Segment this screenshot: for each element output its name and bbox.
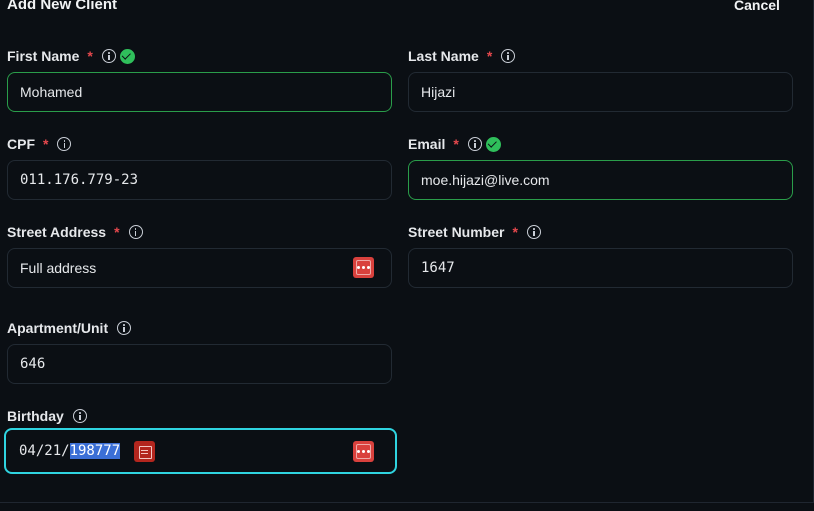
page-title: Add New Client [7,0,118,13]
required-mark: * [114,224,120,240]
email-input[interactable]: moe.hijazi@live.com [408,160,793,200]
check-circle-icon [485,136,501,152]
street-address-input[interactable]: Full address [7,248,392,288]
street-number-label-row: Street Number * [408,223,541,241]
street-address-placeholder: Full address [20,260,97,276]
street-number-input[interactable]: 1647 [408,248,793,288]
email-label-row: Email * [408,135,501,153]
birthday-label-row: Birthday [7,407,87,425]
cpf-value: 011.176.779-23 [20,172,139,188]
first-name-value: Mohamed [20,84,83,100]
info-icon[interactable] [101,49,116,63]
apartment-input[interactable]: 646 [7,344,392,384]
info-icon[interactable] [526,225,541,239]
cpf-input[interactable]: 011.176.779-23 [7,160,392,200]
apartment-value: 646 [20,356,46,372]
required-mark: * [453,136,459,152]
street-number-value: 1647 [421,260,455,276]
birthday-label: Birthday [7,408,64,424]
last-name-input[interactable]: Hijazi [408,72,793,112]
check-circle-icon [119,48,135,64]
info-icon[interactable] [72,409,87,423]
dots-icon[interactable] [353,441,374,462]
apartment-label: Apartment/Unit [7,320,109,336]
email-label: Email [408,136,446,152]
cpf-label-row: CPF * [7,135,72,153]
panel-bottom-border [0,502,814,503]
info-icon[interactable] [467,137,482,151]
first-name-input[interactable]: Mohamed [7,72,392,112]
calendar-icon[interactable] [134,441,155,462]
apartment-label-row: Apartment/Unit [7,319,132,337]
required-mark: * [43,136,49,152]
required-mark: * [512,224,518,240]
first-name-label-row: First Name * [7,47,135,65]
last-name-value: Hijazi [421,84,456,100]
first-name-label: First Name [7,48,80,64]
street-address-label: Street Address [7,224,107,240]
last-name-label-row: Last Name * [408,47,516,65]
cancel-button[interactable]: Cancel [734,0,780,13]
birthday-input[interactable]: 04/21/198777 [4,428,397,474]
info-icon[interactable] [501,49,516,63]
street-number-label: Street Number [408,224,505,240]
add-client-panel: Add New Client Cancel First Name * Moham… [0,0,814,511]
birthday-value-prefix: 04/21/ [19,443,70,459]
street-address-label-row: Street Address * [7,223,143,241]
cpf-label: CPF [7,136,35,152]
email-value: moe.hijazi@live.com [421,172,550,188]
info-icon[interactable] [57,137,72,151]
birthday-selected-text: 198777 [69,443,121,459]
required-mark: * [486,48,493,64]
required-mark: * [87,48,93,64]
dots-icon[interactable] [353,257,374,278]
last-name-label: Last Name [408,48,479,64]
info-icon[interactable] [128,225,143,239]
info-icon[interactable] [117,321,132,335]
birthday-value: 04/21/198777 [19,443,121,459]
